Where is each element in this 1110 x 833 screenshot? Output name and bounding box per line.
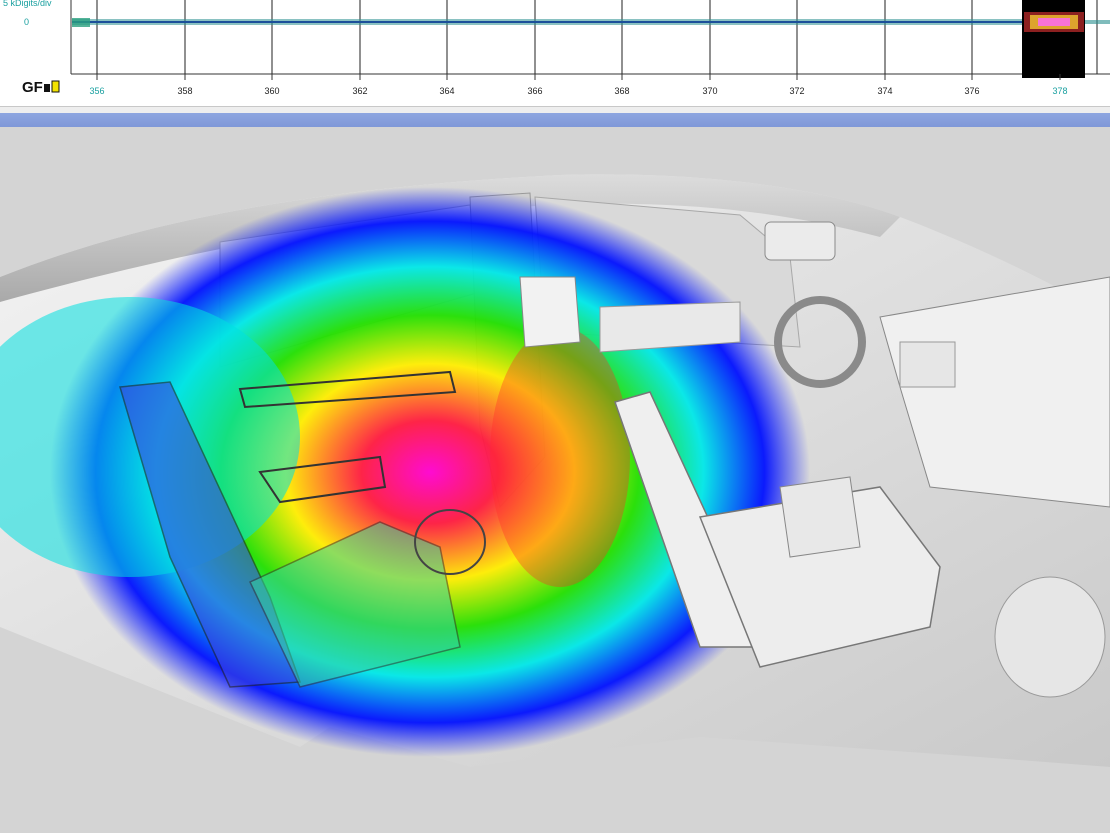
gfai-logo: GF: [22, 78, 64, 94]
zero-label: 0: [24, 17, 30, 27]
tick-label: 364: [439, 86, 455, 96]
car-interior-heatmap: [0, 174, 1110, 767]
tick-label: 368: [614, 86, 630, 96]
tick-label: 372: [789, 86, 805, 96]
tick-label: 366: [527, 86, 543, 96]
rear-view-mirror: [764, 221, 836, 261]
timeline-panel[interactable]: 5 kDigits/div 0 GF 356 358 360 362 364 3…: [0, 0, 1110, 106]
tick-label: 374: [877, 86, 893, 96]
3d-viewport[interactable]: [0, 127, 1110, 833]
tick-label: 356: [89, 86, 105, 96]
tick-label: 358: [177, 86, 193, 96]
air-vent: [899, 341, 956, 388]
center-console: [779, 476, 861, 558]
tick-label: 362: [352, 86, 368, 96]
front-wheel-arch: [994, 576, 1106, 698]
heat-blob-pillar: [490, 327, 630, 587]
waveform-trace: [72, 12, 1110, 32]
waveform-chart[interactable]: [0, 0, 1110, 106]
tick-label: 360: [264, 86, 280, 96]
tick-label: 378: [1052, 86, 1068, 96]
tick-label: 370: [702, 86, 718, 96]
splitter-bar[interactable]: [0, 113, 1110, 127]
scale-label: 5 kDigits/div: [3, 0, 52, 8]
tick-label: 376: [964, 86, 980, 96]
selection-window: [1022, 0, 1085, 78]
headrest: [519, 276, 581, 348]
svg-text:GF: GF: [22, 79, 43, 94]
